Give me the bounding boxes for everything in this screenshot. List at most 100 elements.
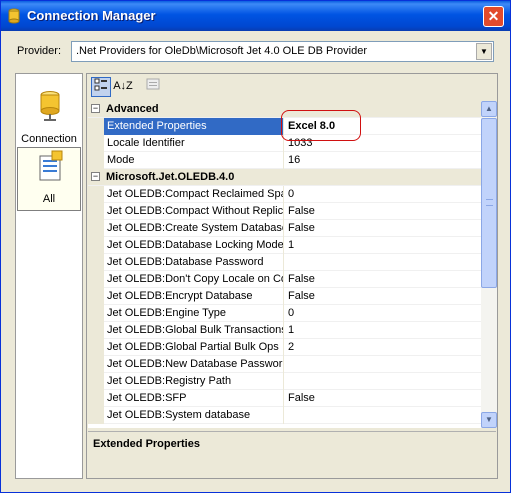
property-value[interactable]: 0 xyxy=(285,305,481,322)
property-name: Jet OLEDB:New Database Password xyxy=(104,356,284,373)
description-panel: Extended Properties xyxy=(88,431,496,478)
property-value[interactable]: 1033 xyxy=(285,135,481,152)
property-row[interactable]: Locale Identifier 1033 xyxy=(88,135,481,152)
property-name: Locale Identifier xyxy=(104,135,284,152)
database-icon xyxy=(40,91,60,121)
category-label: Advanced xyxy=(106,103,159,115)
property-value[interactable]: False xyxy=(285,203,481,220)
alphabetical-button[interactable]: A↓Z xyxy=(113,77,133,97)
property-name: Jet OLEDB:Database Locking Mode xyxy=(104,237,284,254)
row-gutter xyxy=(88,305,104,322)
provider-value: .Net Providers for OleDb\Microsoft Jet 4… xyxy=(76,45,367,57)
row-gutter xyxy=(88,407,104,424)
categorized-button[interactable] xyxy=(91,77,111,97)
property-value[interactable]: 16 xyxy=(285,152,481,169)
nav-item-all[interactable]: All xyxy=(17,147,81,211)
property-value[interactable]: 2 xyxy=(285,339,481,356)
category-row-advanced[interactable]: − Advanced xyxy=(88,101,481,118)
row-gutter xyxy=(88,373,104,390)
property-name: Jet OLEDB:Global Bulk Transactions xyxy=(104,322,284,339)
property-name: Mode xyxy=(104,152,284,169)
property-name: Extended Properties xyxy=(104,118,284,135)
property-value[interactable]: False xyxy=(285,271,481,288)
property-row[interactable]: Jet OLEDB:System database xyxy=(88,407,481,424)
property-value[interactable] xyxy=(285,356,481,373)
title-bar[interactable]: Connection Manager ✕ xyxy=(1,1,510,31)
property-row[interactable]: Jet OLEDB:Database Password xyxy=(88,254,481,271)
property-row[interactable]: Jet OLEDB:Encrypt Database False xyxy=(88,288,481,305)
property-row[interactable]: Mode 16 xyxy=(88,152,481,169)
row-gutter xyxy=(88,152,104,169)
property-value[interactable]: False xyxy=(285,390,481,407)
property-row[interactable]: Jet OLEDB:Registry Path xyxy=(88,373,481,390)
page-selector: Connection All xyxy=(15,73,83,479)
scroll-thumb[interactable] xyxy=(481,118,497,288)
window-title: Connection Manager xyxy=(27,8,156,23)
property-row[interactable]: Jet OLEDB:Compact Reclaimed Space 0 xyxy=(88,186,481,203)
property-name: Jet OLEDB:SFP xyxy=(104,390,284,407)
row-gutter xyxy=(88,271,104,288)
chevron-down-icon[interactable]: ▼ xyxy=(476,43,492,60)
property-name: Jet OLEDB:Database Password xyxy=(104,254,284,271)
categorized-icon xyxy=(94,78,107,91)
row-gutter xyxy=(88,237,104,254)
property-row[interactable]: Jet OLEDB:SFP False xyxy=(88,390,481,407)
property-row[interactable]: Jet OLEDB:Global Bulk Transactions 1 xyxy=(88,322,481,339)
property-value[interactable]: 0 xyxy=(285,186,481,203)
row-gutter xyxy=(88,254,104,271)
property-value[interactable]: 1 xyxy=(285,237,481,254)
property-name: Jet OLEDB:Encrypt Database xyxy=(104,288,284,305)
nav-item-connection[interactable]: Connection xyxy=(17,88,81,152)
property-value[interactable]: Excel 8.0 xyxy=(285,118,481,135)
property-row[interactable]: Extended Properties Excel 8.0 xyxy=(88,118,481,135)
close-button[interactable]: ✕ xyxy=(483,6,504,27)
property-pages-icon xyxy=(146,78,160,90)
property-row[interactable]: Jet OLEDB:Database Locking Mode 1 xyxy=(88,237,481,254)
category-row-jet-oledb[interactable]: − Microsoft.Jet.OLEDB.4.0 xyxy=(88,169,481,186)
property-name: Jet OLEDB:Compact Reclaimed Space xyxy=(104,186,284,203)
row-gutter xyxy=(88,220,104,237)
property-name: Jet OLEDB:Compact Without Replica xyxy=(104,203,284,220)
row-gutter xyxy=(88,390,104,407)
property-row[interactable]: Jet OLEDB:Create System Database False xyxy=(88,220,481,237)
property-value[interactable]: False xyxy=(285,220,481,237)
property-grid: − Advanced Extended Properties Excel 8.0… xyxy=(88,101,481,428)
provider-label: Provider: xyxy=(17,45,62,57)
scroll-up-icon[interactable]: ▲ xyxy=(481,101,497,117)
connection-manager-window: Connection Manager ✕ Provider: .Net Prov… xyxy=(0,0,511,493)
row-gutter xyxy=(88,135,104,152)
row-gutter xyxy=(88,322,104,339)
property-row[interactable]: Jet OLEDB:Compact Without Replica False xyxy=(88,203,481,220)
property-value[interactable]: False xyxy=(285,288,481,305)
collapse-icon[interactable]: − xyxy=(91,172,100,181)
provider-dropdown[interactable]: .Net Providers for OleDb\Microsoft Jet 4… xyxy=(71,41,494,62)
property-name: Jet OLEDB:Create System Database xyxy=(104,220,284,237)
property-row[interactable]: Jet OLEDB:Engine Type 0 xyxy=(88,305,481,322)
sort-alphabetical-icon: A↓Z xyxy=(113,80,133,92)
property-value[interactable] xyxy=(285,254,481,271)
grip-icon xyxy=(486,199,493,206)
property-row[interactable]: Jet OLEDB:Global Partial Bulk Ops 2 xyxy=(88,339,481,356)
property-name: Jet OLEDB:Engine Type xyxy=(104,305,284,322)
property-row[interactable]: Jet OLEDB:Don't Copy Locale on Com False xyxy=(88,271,481,288)
nav-item-label: Connection xyxy=(21,133,77,145)
scroll-down-icon[interactable]: ▼ xyxy=(481,412,497,428)
property-name: Jet OLEDB:System database xyxy=(104,407,284,424)
all-properties-icon xyxy=(39,150,63,181)
property-name: Jet OLEDB:Don't Copy Locale on Com xyxy=(104,271,284,288)
category-label: Microsoft.Jet.OLEDB.4.0 xyxy=(106,171,235,183)
property-value[interactable]: 1 xyxy=(285,322,481,339)
property-value[interactable] xyxy=(285,407,481,424)
row-gutter xyxy=(88,118,104,135)
property-name: Jet OLEDB:Global Partial Bulk Ops xyxy=(104,339,284,356)
close-icon: ✕ xyxy=(487,8,500,24)
row-gutter xyxy=(88,288,104,305)
row-gutter xyxy=(88,339,104,356)
connection-manager-icon xyxy=(8,8,20,24)
property-value[interactable] xyxy=(285,373,481,390)
collapse-icon[interactable]: − xyxy=(91,104,100,113)
property-row[interactable]: Jet OLEDB:New Database Password xyxy=(88,356,481,373)
vertical-scrollbar[interactable]: ▲ ▼ xyxy=(481,101,497,428)
property-pages-button[interactable] xyxy=(143,77,163,97)
row-gutter xyxy=(88,356,104,373)
